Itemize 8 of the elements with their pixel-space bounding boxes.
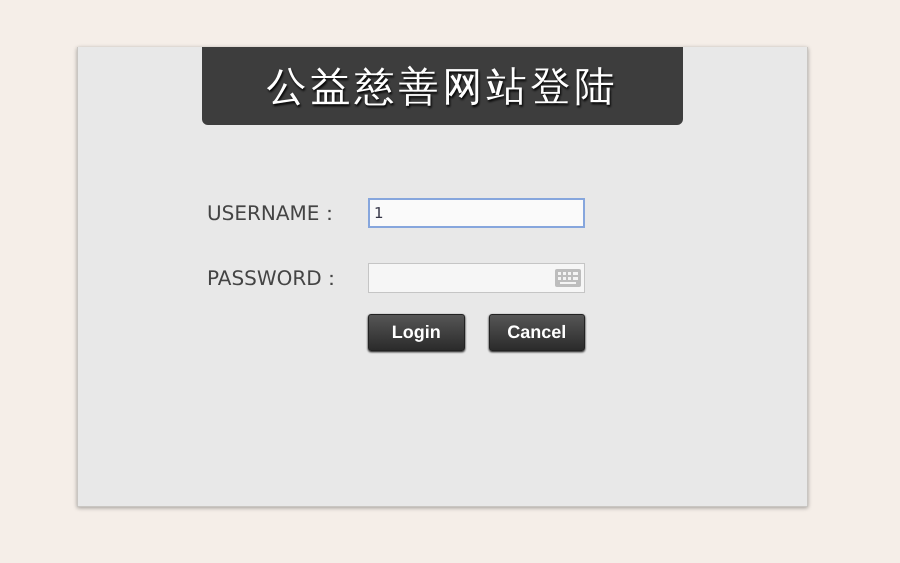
field-label: USERNAME：	[207, 200, 340, 226]
password-field[interactable]	[368, 263, 585, 293]
keyboard-icon[interactable]	[555, 269, 581, 287]
username-field[interactable]: 1	[368, 198, 585, 228]
page-title: 公益慈善网站登陆	[202, 47, 683, 125]
cancel-button[interactable]: Cancel	[488, 314, 585, 351]
field-label: PASSWORD：	[207, 264, 343, 292]
login-button[interactable]: Login	[368, 314, 464, 351]
